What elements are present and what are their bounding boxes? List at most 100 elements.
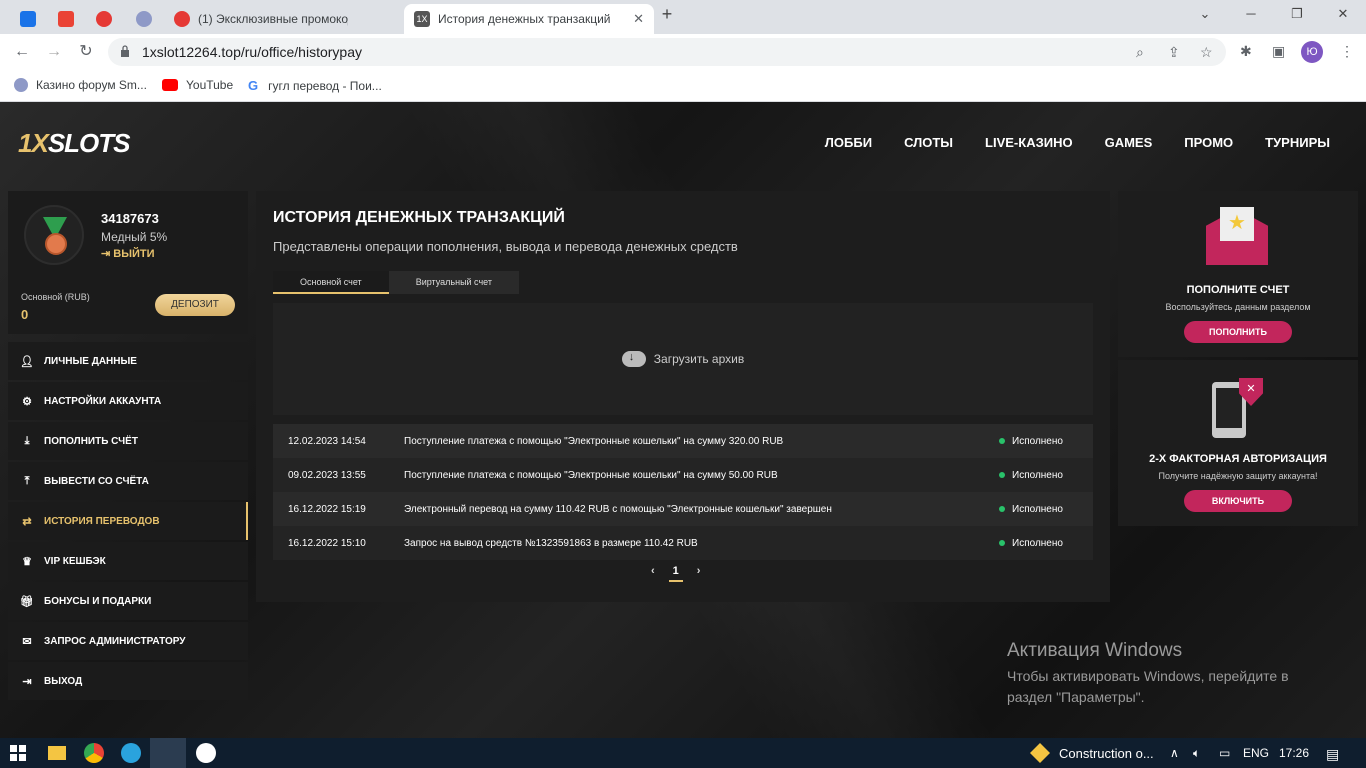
- menu-label: VIP КЕШБЭК: [44, 555, 106, 567]
- menu-item-account-settings[interactable]: ⚙ НАСТРОЙКИ АККАУНТА: [8, 382, 248, 420]
- bookmark-youtube[interactable]: YouTube: [162, 78, 233, 92]
- network-icon[interactable]: ▭: [1219, 746, 1230, 760]
- topup-button[interactable]: ПОПОЛНИТЬ: [1184, 321, 1292, 343]
- nav-tournaments[interactable]: ТУРНИРЫ: [1265, 135, 1330, 150]
- chevron-up-icon[interactable]: ∧: [1170, 746, 1179, 760]
- two-factor-card: ✕ 2-Х ФАКТОРНАЯ АВТОРИЗАЦИЯ Получите над…: [1118, 360, 1358, 526]
- bookmark-label: YouTube: [186, 78, 234, 92]
- minimize-button[interactable]: ─: [1236, 6, 1266, 21]
- bookmarks-bar: Казино форум Sm... YouTube G гугл перево…: [0, 70, 1366, 102]
- current-page[interactable]: 1: [668, 565, 683, 582]
- tab-main-account[interactable]: Основной счет: [273, 271, 389, 294]
- windows-activation-watermark: Активация Windows Чтобы активировать Win…: [1007, 640, 1289, 708]
- account-menu: 👤︎ ЛИЧНЫЕ ДАННЫЕ ⚙ НАСТРОЙКИ АККАУНТА ⤓ ПОП…: [8, 342, 248, 702]
- download-archive-button[interactable]: Загрузить архив: [273, 303, 1093, 415]
- status-text: Исполнено: [1012, 537, 1063, 549]
- user-id: 34187673: [101, 211, 159, 226]
- telegram-icon[interactable]: [121, 743, 141, 763]
- notification-text[interactable]: Construction o...: [1059, 746, 1154, 761]
- activation-text-1: Чтобы активировать Windows, перейдите в: [1007, 668, 1289, 684]
- card-subtitle: Воспользуйтесь данным разделом: [1165, 302, 1311, 312]
- profile-avatar[interactable]: Ю: [1301, 41, 1323, 63]
- windows-start-icon[interactable]: [10, 745, 26, 761]
- tab-promocodes[interactable]: (1) Эксклюзивные промокоды на...: [164, 4, 400, 34]
- tab-site[interactable]: [84, 4, 124, 34]
- menu-label: БОНУСЫ И ПОДАРКИ: [44, 595, 152, 607]
- row-description: Поступление платежа с помощью "Электронн…: [404, 435, 784, 447]
- bookmark-translate[interactable]: G гугл перевод - Пои...: [248, 78, 382, 93]
- extensions-icon[interactable]: ✱: [1240, 43, 1252, 60]
- side-panel-icon[interactable]: ▣: [1272, 43, 1285, 60]
- notifications-icon[interactable]: ▤: [1326, 746, 1339, 763]
- logout-link[interactable]: ⇥ ВЫЙТИ: [101, 247, 155, 260]
- chrome-icon[interactable]: [84, 743, 104, 763]
- menu-label: ВЫВЕСТИ СО СЧЁТА: [44, 475, 149, 487]
- taskbar-active-app[interactable]: [150, 738, 186, 768]
- status-dot: [999, 472, 1005, 478]
- deposit-button[interactable]: ДЕПОЗИТ: [155, 294, 235, 316]
- forum-icon: [136, 11, 152, 27]
- card-title: 2-Х ФАКТОРНАЯ АВТОРИЗАЦИЯ: [1149, 453, 1327, 465]
- table-row: 16.12.2022 15:19 Электронный перевод на …: [273, 492, 1093, 526]
- card-subtitle: Получите надёжную защиту аккаунта!: [1158, 471, 1318, 481]
- enable-2fa-button[interactable]: ВКЛЮЧИТЬ: [1184, 490, 1292, 512]
- share-icon[interactable]: ⇪: [1168, 44, 1180, 61]
- status-text: Исполнено: [1012, 469, 1063, 481]
- volume-icon[interactable]: 🔈︎: [1193, 746, 1200, 761]
- page-subtitle: Представлены операции пополнения, вывода…: [273, 239, 738, 254]
- restore-button[interactable]: ❐: [1282, 6, 1312, 22]
- nav-games[interactable]: GAMES: [1105, 135, 1153, 150]
- close-icon[interactable]: ✕: [633, 11, 644, 27]
- reload-button[interactable]: ↻: [74, 41, 98, 65]
- window-close-button[interactable]: ✕: [1328, 6, 1358, 22]
- next-page-button[interactable]: ›: [697, 565, 701, 582]
- url-text: 1xslot12264.top/ru/office/historypay: [142, 44, 362, 60]
- tab-gmail[interactable]: [46, 4, 86, 34]
- menu-label: ВЫХОД: [44, 675, 83, 687]
- pagination: ‹ 1 ›: [651, 565, 700, 582]
- tab-mail[interactable]: [8, 4, 48, 34]
- language-indicator[interactable]: ENG: [1243, 746, 1269, 760]
- star-icon[interactable]: ☆: [1200, 44, 1213, 61]
- nav-lobby[interactable]: ЛОББИ: [825, 135, 872, 150]
- nav-slots[interactable]: СЛОТЫ: [904, 135, 953, 150]
- tab-virtual-account[interactable]: Виртуальный счет: [388, 271, 519, 294]
- forward-button[interactable]: →: [42, 41, 66, 65]
- history-panel: ИСТОРИЯ ДЕНЕЖНЫХ ТРАНЗАКЦИЙ Представлены…: [256, 191, 1110, 602]
- menu-item-bonuses[interactable]: 🎁︎ БОНУСЫ И ПОДАРКИ: [8, 582, 248, 620]
- clock[interactable]: 17:26: [1279, 746, 1309, 760]
- profile-card: 34187673 Медный 5% ⇥ ВЫЙТИ Основной (RUB…: [8, 191, 248, 334]
- tab-forum[interactable]: [124, 4, 164, 34]
- status-dot: [999, 438, 1005, 444]
- site-logo[interactable]: 1XSLOTS: [18, 128, 130, 159]
- logout-icon: ⇥: [101, 248, 114, 260]
- row-status: Исполнено: [999, 504, 1093, 515]
- bookmark-forum[interactable]: Казино форум Sm...: [14, 78, 147, 92]
- prev-page-button[interactable]: ‹: [651, 565, 655, 582]
- tab-history[interactable]: 1X История денежных транзакций ✕: [404, 4, 654, 34]
- tab-label: (1) Эксклюзивные промокоды на...: [198, 12, 348, 26]
- app-icon[interactable]: [196, 743, 216, 763]
- menu-item-deposit[interactable]: ⤓ ПОПОЛНИТЬ СЧЁТ: [8, 422, 248, 460]
- menu-item-transfer-history[interactable]: ⇄ ИСТОРИЯ ПЕРЕВОДОВ: [8, 502, 248, 540]
- menu-dots-icon[interactable]: ⋮: [1340, 43, 1354, 60]
- menu-item-withdraw[interactable]: ⤒ ВЫВЕСТИ СО СЧЁТА: [8, 462, 248, 500]
- row-date: 09.02.2023 13:55: [288, 469, 366, 481]
- menu-label: НАСТРОЙКИ АККАУНТА: [44, 395, 162, 407]
- user-level: Медный 5%: [101, 230, 168, 244]
- tab-search-icon[interactable]: ⌄: [1190, 6, 1220, 22]
- menu-item-admin-request[interactable]: ✉ ЗАПРОС АДМИНИСТРАТОРУ: [8, 622, 248, 660]
- nav-promo[interactable]: ПРОМО: [1184, 135, 1233, 150]
- back-button[interactable]: ←: [10, 41, 34, 65]
- account-balance: 0: [21, 307, 29, 322]
- transfer-icon: ⇄: [22, 515, 32, 528]
- menu-item-personal-data[interactable]: 👤︎ ЛИЧНЫЕ ДАННЫЕ: [8, 342, 248, 380]
- menu-label: ЛИЧНЫЕ ДАННЫЕ: [44, 355, 137, 367]
- nav-live-casino[interactable]: LIVE-КАЗИНО: [985, 135, 1073, 150]
- new-tab-button[interactable]: +: [652, 4, 682, 25]
- menu-item-exit[interactable]: ⇥ ВЫХОД: [8, 662, 248, 700]
- zoom-icon[interactable]: ⌕: [1136, 44, 1144, 61]
- url-field[interactable]: 1xslot12264.top/ru/office/historypay ⌕ ⇪…: [108, 38, 1226, 66]
- menu-item-vip-cashback[interactable]: ♛ VIP КЕШБЭК: [8, 542, 248, 580]
- file-explorer-icon[interactable]: [48, 746, 66, 760]
